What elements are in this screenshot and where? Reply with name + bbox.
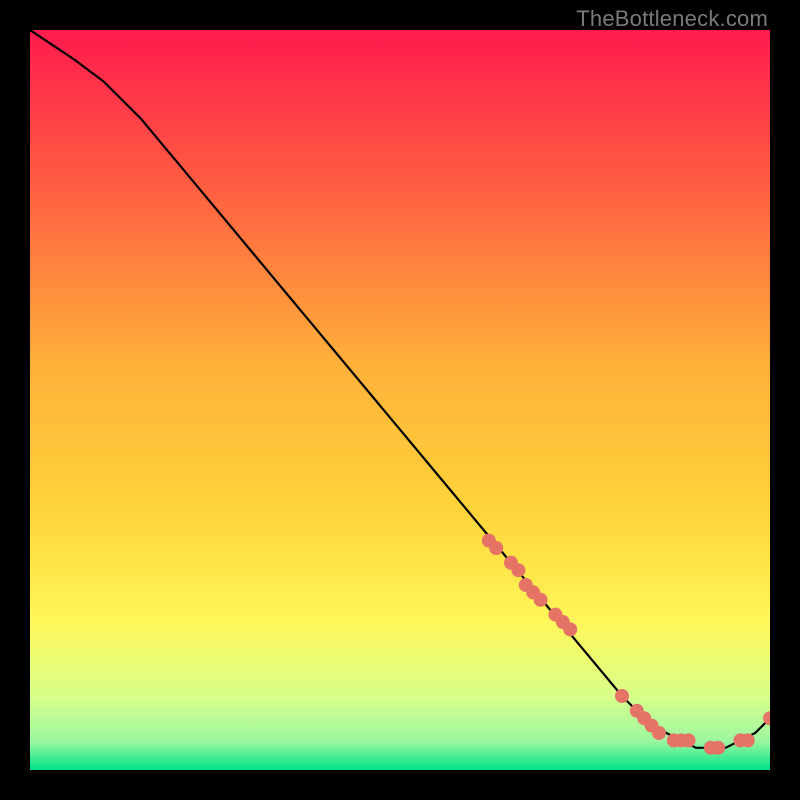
marker-point bbox=[711, 741, 725, 755]
gradient-background bbox=[30, 30, 770, 770]
bottleneck-chart bbox=[30, 30, 770, 770]
marker-point bbox=[534, 593, 548, 607]
marker-point bbox=[511, 563, 525, 577]
marker-point bbox=[741, 733, 755, 747]
marker-point bbox=[652, 726, 666, 740]
chart-frame: TheBottleneck.com bbox=[0, 0, 800, 800]
marker-point bbox=[489, 541, 503, 555]
marker-point bbox=[615, 689, 629, 703]
watermark-text: TheBottleneck.com bbox=[576, 6, 768, 32]
marker-point bbox=[682, 733, 696, 747]
marker-point bbox=[563, 622, 577, 636]
